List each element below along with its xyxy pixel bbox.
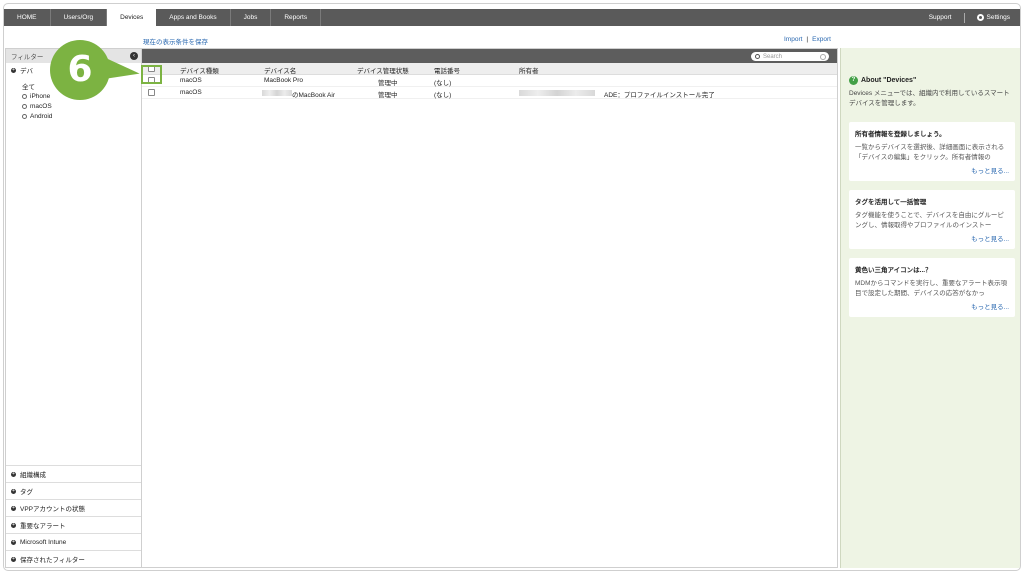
filter-section-label: デバ [20,68,33,75]
filter-section-label: タグ [20,489,33,496]
collapse-sidebar-icon[interactable]: ‹ [130,52,138,60]
tab-devices[interactable]: Devices [107,9,157,26]
table-row[interactable]: macOS MacBook Pro 管理中 (なし) [142,75,837,87]
cell-device-name: MacBook Pro [264,77,304,84]
column-management-status[interactable]: デバイス管理状態 [357,65,409,75]
sidebar-bottom-sections: 組織構成 タグ VPPアカウントの状態 重要なアラート Microsoft In… [6,465,141,567]
expand-icon [11,556,16,562]
help-card-desc: タグ機能を使うことで、デバイスを自由にグルーピングし、情報取得やプロファイルのイ… [855,212,1004,229]
gear-icon [976,14,984,21]
tab-home[interactable]: HOME [4,9,51,26]
export-link[interactable]: Export [812,36,831,43]
top-navigation: HOME Users/Org Devices Apps and Books Jo… [4,9,1021,26]
cell-phone: (なし) [434,92,452,99]
cell-phone: (なし) [434,80,452,87]
radio-icon [22,93,27,99]
help-card-desc: MDMからコマンドを実行し、重要なアラート表示項目で設定した期間、デバイスの応答… [855,280,1008,297]
filter-section-tags[interactable]: タグ [6,482,141,499]
search-icon [755,54,760,59]
import-export: Import | Export [784,36,831,43]
column-header-row: デバイス種類 デバイス名 デバイス管理状態 電話番号 所有者 [142,63,837,75]
device-option-label: iPhone [30,92,51,100]
settings-link[interactable]: Settings [965,9,1021,26]
app-window: HOME Users/Org Devices Apps and Books Jo… [3,3,1021,571]
help-card-title: タグを活用して一括管理 [855,199,927,206]
help-card-title: 黄色い三角アイコンは...？ [855,267,932,274]
import-link[interactable]: Import [784,36,802,43]
filter-section-label: VPPアカウントの状態 [20,506,86,513]
cell-device-name: のMacBook Air [292,92,335,99]
filter-section-intune[interactable]: Microsoft Intune [6,533,141,550]
redacted-owner [519,90,595,96]
filter-section-label: 重要なアラート [20,523,66,530]
filter-section-label: Microsoft Intune [20,538,67,546]
column-owner[interactable]: 所有者 [519,65,539,75]
radio-icon [22,103,27,109]
filter-section-label: 組織構成 [20,472,46,479]
filter-section-label: 保存されたフィルター [20,557,85,564]
tab-jobs[interactable]: Jobs [231,9,272,26]
expand-icon [11,522,16,528]
clear-search-icon[interactable] [820,53,826,60]
cell-device-type: macOS [180,89,202,96]
search-placeholder: Search [763,53,783,60]
expand-icon [11,471,16,477]
help-card-desc: 一覧からデバイスを選択後、詳細画面に表示される「デバイスの編集」をクリック。所有… [855,144,1005,161]
cell-status: 管理中 [378,92,398,99]
redacted-owner-name [262,90,292,96]
tab-users-org[interactable]: Users/Org [51,9,108,26]
table-row[interactable]: macOS のMacBook Air 管理中 (なし) ADE：プロファイルイン… [142,87,837,99]
device-option-label: 全て [22,84,35,91]
device-option-android[interactable]: Android [6,111,141,121]
cell-status: 管理中 [378,80,398,87]
expand-icon [11,67,16,73]
about-title: ? About "Devices" [849,76,1020,85]
column-phone[interactable]: 電話番号 [434,65,460,75]
device-option-label: Android [30,112,53,120]
more-link[interactable]: もっと見る... [855,165,1009,175]
radio-icon [22,113,27,119]
tab-apps-and-books[interactable]: Apps and Books [156,9,231,26]
column-device-type[interactable]: デバイス種類 [180,65,219,75]
about-title-text: About "Devices" [861,77,917,84]
filter-section-alerts[interactable]: 重要なアラート [6,516,141,533]
column-device-name[interactable]: デバイス名 [264,65,296,75]
filter-section-org[interactable]: 組織構成 [6,465,141,482]
expand-icon [11,505,16,511]
help-card-title: 所有者情報を登録しましょう。 [855,131,946,138]
save-view-link[interactable]: 現在の表示条件を保存 [143,36,208,46]
help-card: タグを活用して一括管理 タグ機能を使うことで、デバイスを自由にグルーピングし、情… [849,190,1015,249]
cell-device-type: macOS [180,77,202,84]
search-input[interactable]: Search [751,52,829,61]
tab-reports[interactable]: Reports [271,9,322,26]
filter-section-saved[interactable]: 保存されたフィルター [6,550,141,567]
more-link[interactable]: もっと見る... [855,233,1009,243]
device-grid: Search デバイス種類 デバイス名 デバイス管理状態 電話番号 所有者 ma… [141,48,838,568]
settings-label: Settings [986,14,1011,21]
help-panel: ? About "Devices" Devices メニューでは、組織内で利用し… [840,48,1020,568]
help-card: 黄色い三角アイコンは...？ MDMからコマンドを実行し、重要なアラート表示項目… [849,258,1015,317]
expand-icon [11,488,16,494]
filter-sidebar: フィルター ‹ デバ 全て iPhone macOS Android 組織構成 … [5,48,142,568]
expand-icon [11,539,16,545]
about-description: Devices メニューでは、組織内で利用しているスマートデバイスを管理します。 [849,90,1010,107]
row-checkbox[interactable] [148,89,155,96]
select-all-highlight [141,65,162,84]
support-link[interactable]: Support [917,9,964,26]
device-option-macos[interactable]: macOS [6,101,141,111]
help-card: 所有者情報を登録しましょう。 一覧からデバイスを選択後、詳細画面に表示される「デ… [849,122,1015,181]
grid-toolbar: Search [142,49,837,63]
help-icon: ? [849,76,858,85]
import-export-separator: | [806,36,809,43]
filter-section-vpp[interactable]: VPPアカウントの状態 [6,499,141,516]
more-link[interactable]: もっと見る... [855,301,1009,311]
filter-header-label: フィルター [11,54,44,61]
step-badge: 6 [50,40,110,100]
device-option-label: macOS [30,102,52,110]
cell-note: ADE：プロファイルインストール完了 [604,92,715,99]
